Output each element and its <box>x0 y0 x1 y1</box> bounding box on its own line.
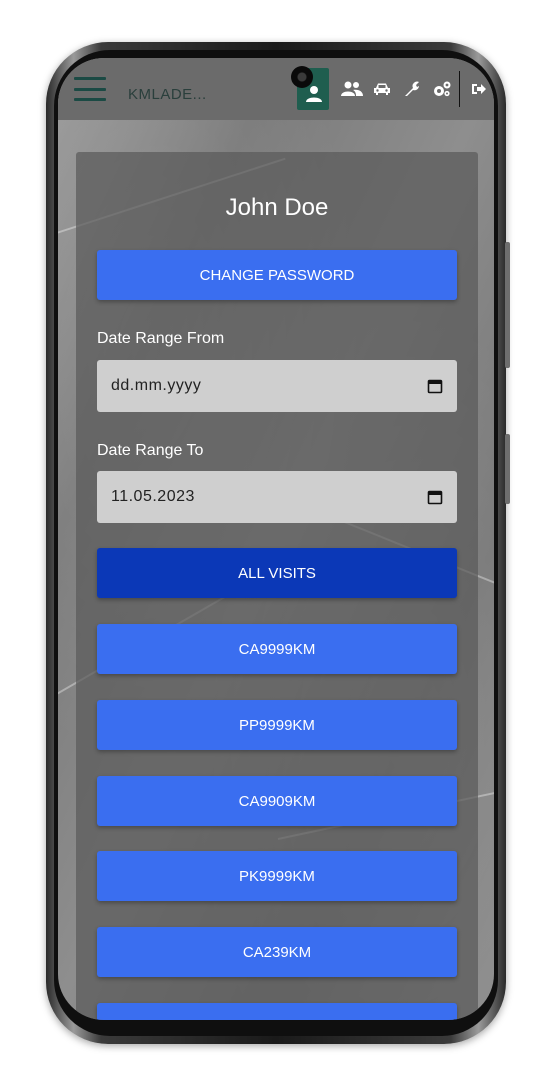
all-visits-button[interactable]: ALL VISITS <box>97 548 457 598</box>
users-icon[interactable] <box>337 74 367 104</box>
date-from-value: dd.mm.yyyy <box>111 377 202 394</box>
nav-divider <box>459 71 460 107</box>
change-password-button[interactable]: CHANGE PASSWORD <box>97 250 457 300</box>
app-screen: KMLADE... John Doe CHANGE PASSWORD Date … <box>58 58 494 1020</box>
person-icon <box>306 86 322 102</box>
vehicle-visit-button[interactable]: CA9909KM <box>97 776 457 826</box>
vehicle-visit-button[interactable]: CA239KM <box>97 927 457 977</box>
vehicle-visit-button-partial[interactable] <box>97 1003 457 1020</box>
vehicle-visit-button[interactable]: PP9999KM <box>97 700 457 750</box>
vehicle-visit-button[interactable]: CA9999KM <box>97 624 457 674</box>
profile-card: John Doe CHANGE PASSWORD Date Range From… <box>76 152 478 1020</box>
volume-button <box>505 242 510 368</box>
vehicle-visit-button[interactable]: PK9999KM <box>97 851 457 901</box>
calendar-icon[interactable] <box>427 489 443 505</box>
date-from-input[interactable]: dd.mm.yyyy <box>97 360 457 412</box>
user-name-heading: John Doe <box>225 194 329 221</box>
sign-out-icon[interactable] <box>464 74 494 104</box>
power-button <box>505 434 510 504</box>
date-from-label: Date Range From <box>97 330 225 347</box>
date-to-value: 11.05.2023 <box>111 488 195 505</box>
hamburger-menu-icon[interactable] <box>74 77 106 101</box>
top-navbar: KMLADE... <box>58 58 494 120</box>
brand-title[interactable]: KMLADE... <box>128 86 207 103</box>
date-to-label: Date Range To <box>97 442 204 459</box>
date-to-input[interactable]: 11.05.2023 <box>97 471 457 523</box>
nav-icon-group <box>291 58 494 120</box>
user-avatar-icon[interactable] <box>291 66 329 110</box>
gears-icon[interactable] <box>427 74 457 104</box>
car-icon[interactable] <box>367 74 397 104</box>
wrench-icon[interactable] <box>397 74 427 104</box>
calendar-icon[interactable] <box>427 378 443 394</box>
